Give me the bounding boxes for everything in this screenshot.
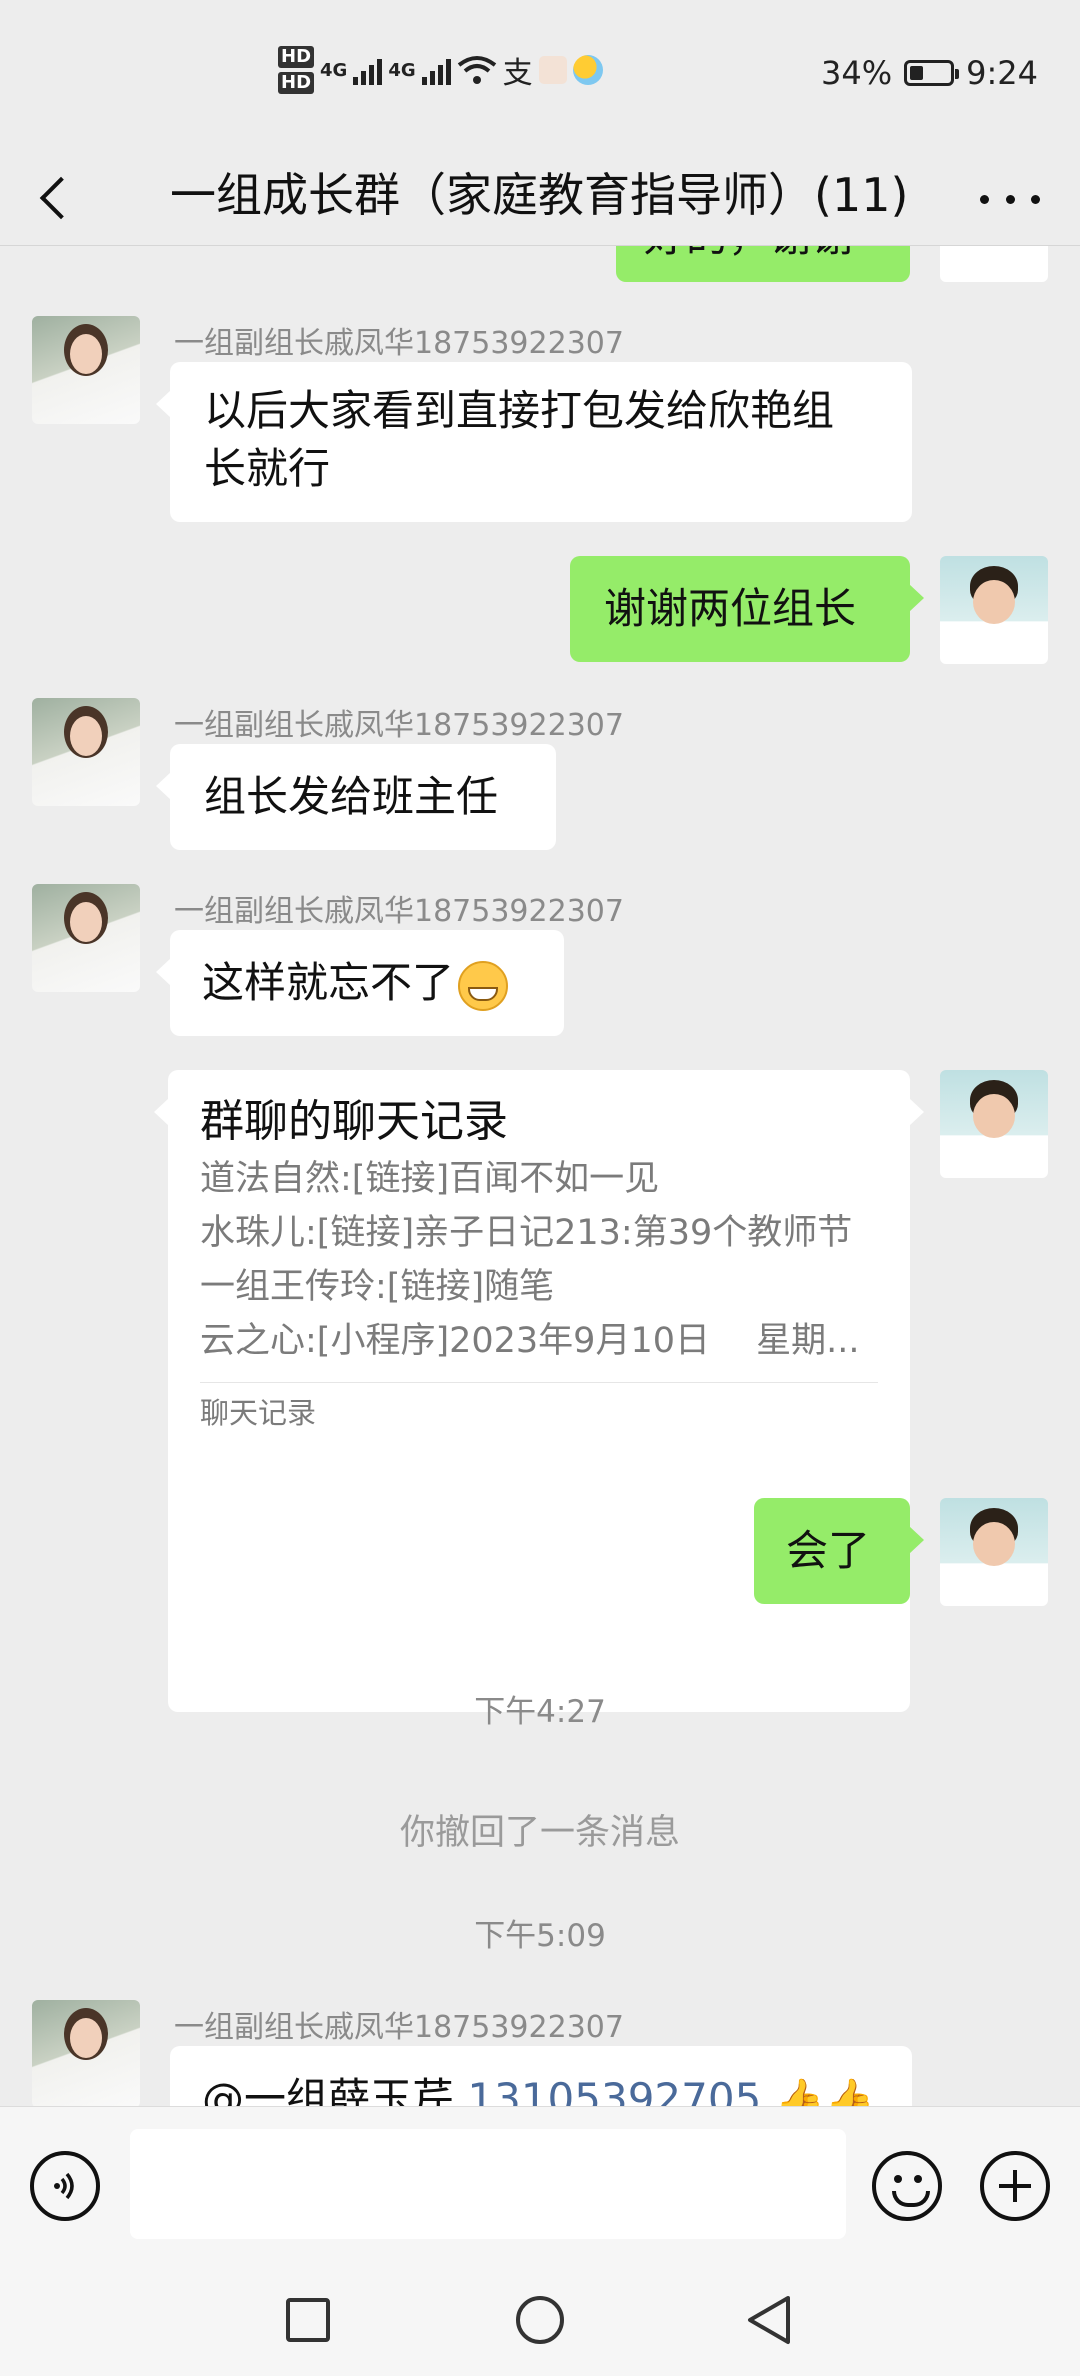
sender-avatar[interactable] (32, 2000, 140, 2106)
clock: 9:24 (966, 54, 1038, 92)
voice-button[interactable] (30, 2151, 100, 2221)
self-avatar[interactable] (940, 246, 1048, 282)
recall-notice: 你撤回了一条消息 (399, 1813, 680, 1853)
card-title: 群聊的聊天记录 (200, 1096, 508, 1147)
card-footer: 聊天记录 (200, 1382, 878, 1433)
more-dot (1005, 194, 1015, 204)
hd1-label: HD (278, 46, 315, 68)
hd-voice-icon: HD HD (278, 44, 315, 96)
message-input[interactable] (130, 2129, 846, 2239)
message-text: 这样就忘不了 (202, 958, 455, 1007)
more-dot (1031, 194, 1040, 204)
timestamp: 下午4:27 (474, 1694, 606, 1730)
sender-name: 一组副组长戚凤华18753922307 (174, 708, 624, 743)
more-functions-button[interactable] (980, 2151, 1050, 2221)
self-avatar[interactable] (940, 1498, 1048, 1606)
message-text: 组长发给班主任 (204, 772, 499, 821)
thumbs-up-emoji: 👍👍 (774, 2077, 875, 2106)
status-right: 34% 9:24 (821, 54, 1038, 92)
message-text: 谢谢两位组长 (604, 584, 857, 633)
status-bar: HD HD 4G 4G 支 34% 9:24 (0, 0, 1080, 150)
card-line: 道法自然:[链接]百闻不如一见 (200, 1159, 660, 1199)
more-options-button[interactable] (980, 174, 1040, 224)
card-line: 水珠儿:[链接]亲子日记213:第39个教师节 (200, 1213, 853, 1253)
network-type-1: 4G (320, 59, 348, 81)
message-bubble-incoming[interactable]: 组长发给班主任 (156, 744, 556, 850)
grin-emoji (458, 960, 509, 1011)
weather-icon (572, 55, 603, 85)
voice-icon (54, 2172, 74, 2200)
home-icon[interactable] (516, 2296, 564, 2344)
battery-icon (904, 60, 960, 86)
chat-history-card[interactable]: 群聊的聊天记录 道法自然:[链接]百闻不如一见 水珠儿:[链接]亲子日记213:… (154, 1070, 924, 1712)
self-avatar[interactable] (940, 1070, 1048, 1178)
message-bubble-outgoing[interactable]: 好的，谢谢 (616, 246, 910, 282)
message-bubble-incoming[interactable]: @一组薛玉芹 13105392705 👍👍 (170, 2046, 912, 2106)
chat-title: 一组成长群（家庭教育指导师）(11) (170, 168, 909, 222)
sender-name: 一组副组长戚凤华18753922307 (174, 326, 624, 361)
message-text: 会了 (786, 1526, 871, 1575)
signal-icon-2 (421, 55, 451, 85)
self-avatar[interactable] (940, 556, 1048, 664)
chat-header: 一组成长群（家庭教育指导师）(11) (0, 150, 1080, 245)
mention-prefix: @一组薛玉芹 (202, 2074, 455, 2106)
timestamp: 下午5:09 (474, 1918, 606, 1954)
card-line: 云之心:[小程序]2023年9月10日 星期... (200, 1321, 860, 1361)
sender-avatar[interactable] (32, 884, 140, 992)
card-line: 一组王传玲:[链接]随笔 (200, 1267, 555, 1307)
signal-icon (353, 55, 383, 85)
alipay-icon: 支 (502, 56, 533, 91)
sender-name: 一组副组长戚凤华18753922307 (174, 2010, 624, 2045)
status-icons: HD HD 4G 4G 支 (278, 44, 603, 96)
sender-name: 一组副组长戚凤华18753922307 (174, 894, 624, 929)
message-list[interactable]: 好的，谢谢 一组副组长戚凤华18753922307 以后大家看到直接打包发给欣艳… (0, 246, 1080, 2106)
mention-phone-link[interactable]: 13105392705 (467, 2074, 761, 2106)
message-text-line: 长就行 (204, 444, 331, 493)
recent-apps-icon[interactable] (286, 2298, 330, 2342)
wifi-icon (457, 56, 496, 84)
message-bubble-incoming[interactable]: 以后大家看到直接打包发给欣艳组 长就行 (156, 362, 912, 522)
sender-avatar[interactable] (32, 316, 140, 424)
back-icon[interactable] (744, 2294, 794, 2346)
message-bubble-outgoing[interactable]: 谢谢两位组长 (570, 556, 924, 662)
message-bubble-incoming[interactable]: 这样就忘不了 (156, 930, 564, 1036)
network-type-2: 4G (388, 59, 416, 81)
emoji-button[interactable] (872, 2151, 942, 2221)
message-text-line: 以后大家看到直接打包发给欣艳组 (204, 386, 835, 435)
message-text: 好的，谢谢 (644, 246, 854, 261)
system-nav-bar (0, 2262, 1080, 2376)
home-app-icon (538, 56, 567, 84)
input-bar (0, 2106, 1080, 2263)
battery-fill (910, 66, 924, 80)
hd2-label: HD (278, 72, 315, 94)
message-bubble-outgoing[interactable]: 会了 (754, 1498, 924, 1604)
back-button[interactable] (36, 168, 96, 228)
battery-percent: 34% (821, 54, 893, 92)
more-dots-icon (980, 194, 989, 204)
sender-avatar[interactable] (32, 698, 140, 806)
